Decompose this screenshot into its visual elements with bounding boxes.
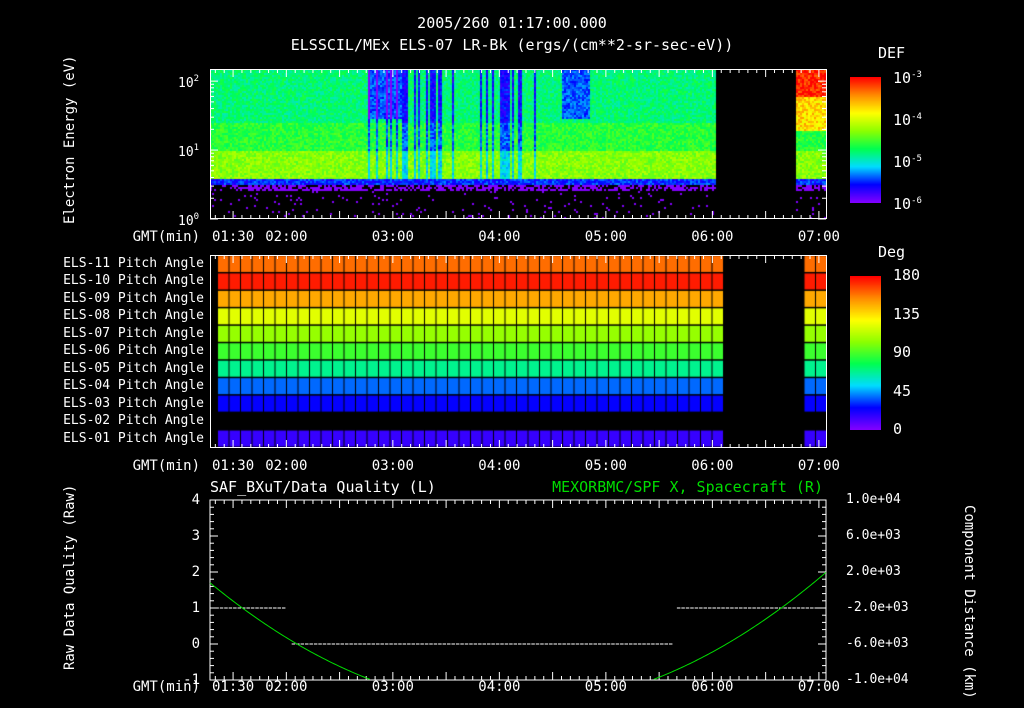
right-axis-tick: -6.0e+03 (846, 636, 909, 651)
time-tick-label: 03:00 (371, 679, 414, 695)
time-tick-label: 01:30 (211, 679, 255, 695)
spacecraft-x-line (653, 572, 827, 680)
time-tick-label: 07:00 (797, 679, 840, 695)
left-axis-tick: 4 (191, 492, 200, 508)
time-tick-label: 01:30 (211, 229, 255, 245)
time-tick-label: 05:00 (584, 229, 627, 245)
time-tick-label: 05:00 (584, 679, 627, 695)
time-tick-label: 07:00 (797, 229, 840, 245)
time-tick-label: 06:00 (691, 679, 734, 695)
time-tick-label: 05:00 (584, 458, 627, 474)
right-axis-tick: 2.0e+03 (846, 564, 901, 579)
time-tick-label: 04:00 (478, 458, 521, 474)
time-axis-label: GMT(min) (132, 679, 200, 695)
right-axis-tick: -2.0e+03 (846, 600, 909, 615)
right-axis-tick: 1.0e+04 (846, 492, 901, 507)
time-tick-label: 07:00 (797, 458, 840, 474)
line-plot-frame (209, 499, 827, 681)
time-tick-label: 02:00 (265, 679, 308, 695)
time-tick-label: 03:00 (371, 229, 414, 245)
left-axis-tick: 0 (191, 636, 200, 652)
time-tick-label: 06:00 (691, 458, 734, 474)
left-axis-tick: 2 (191, 564, 200, 580)
time-tick-label: 01:30 (211, 458, 255, 474)
spacecraft-x-line (209, 582, 370, 680)
time-tick-label: 02:00 (265, 458, 308, 474)
time-axis-label: GMT(min) (132, 229, 200, 245)
right-axis-tick: -1.0e+04 (846, 672, 909, 687)
right-axis-tick: 6.0e+03 (846, 528, 901, 543)
left-axis-tick: 3 (191, 528, 200, 544)
time-tick-label: 02:00 (265, 229, 308, 245)
time-tick-label: 04:00 (478, 679, 521, 695)
time-axis-label: GMT(min) (132, 458, 200, 474)
left-axis-tick: 1 (191, 600, 200, 616)
time-tick-label: 06:00 (691, 229, 734, 245)
time-tick-label: 04:00 (478, 229, 521, 245)
time-tick-label: 03:00 (371, 458, 414, 474)
